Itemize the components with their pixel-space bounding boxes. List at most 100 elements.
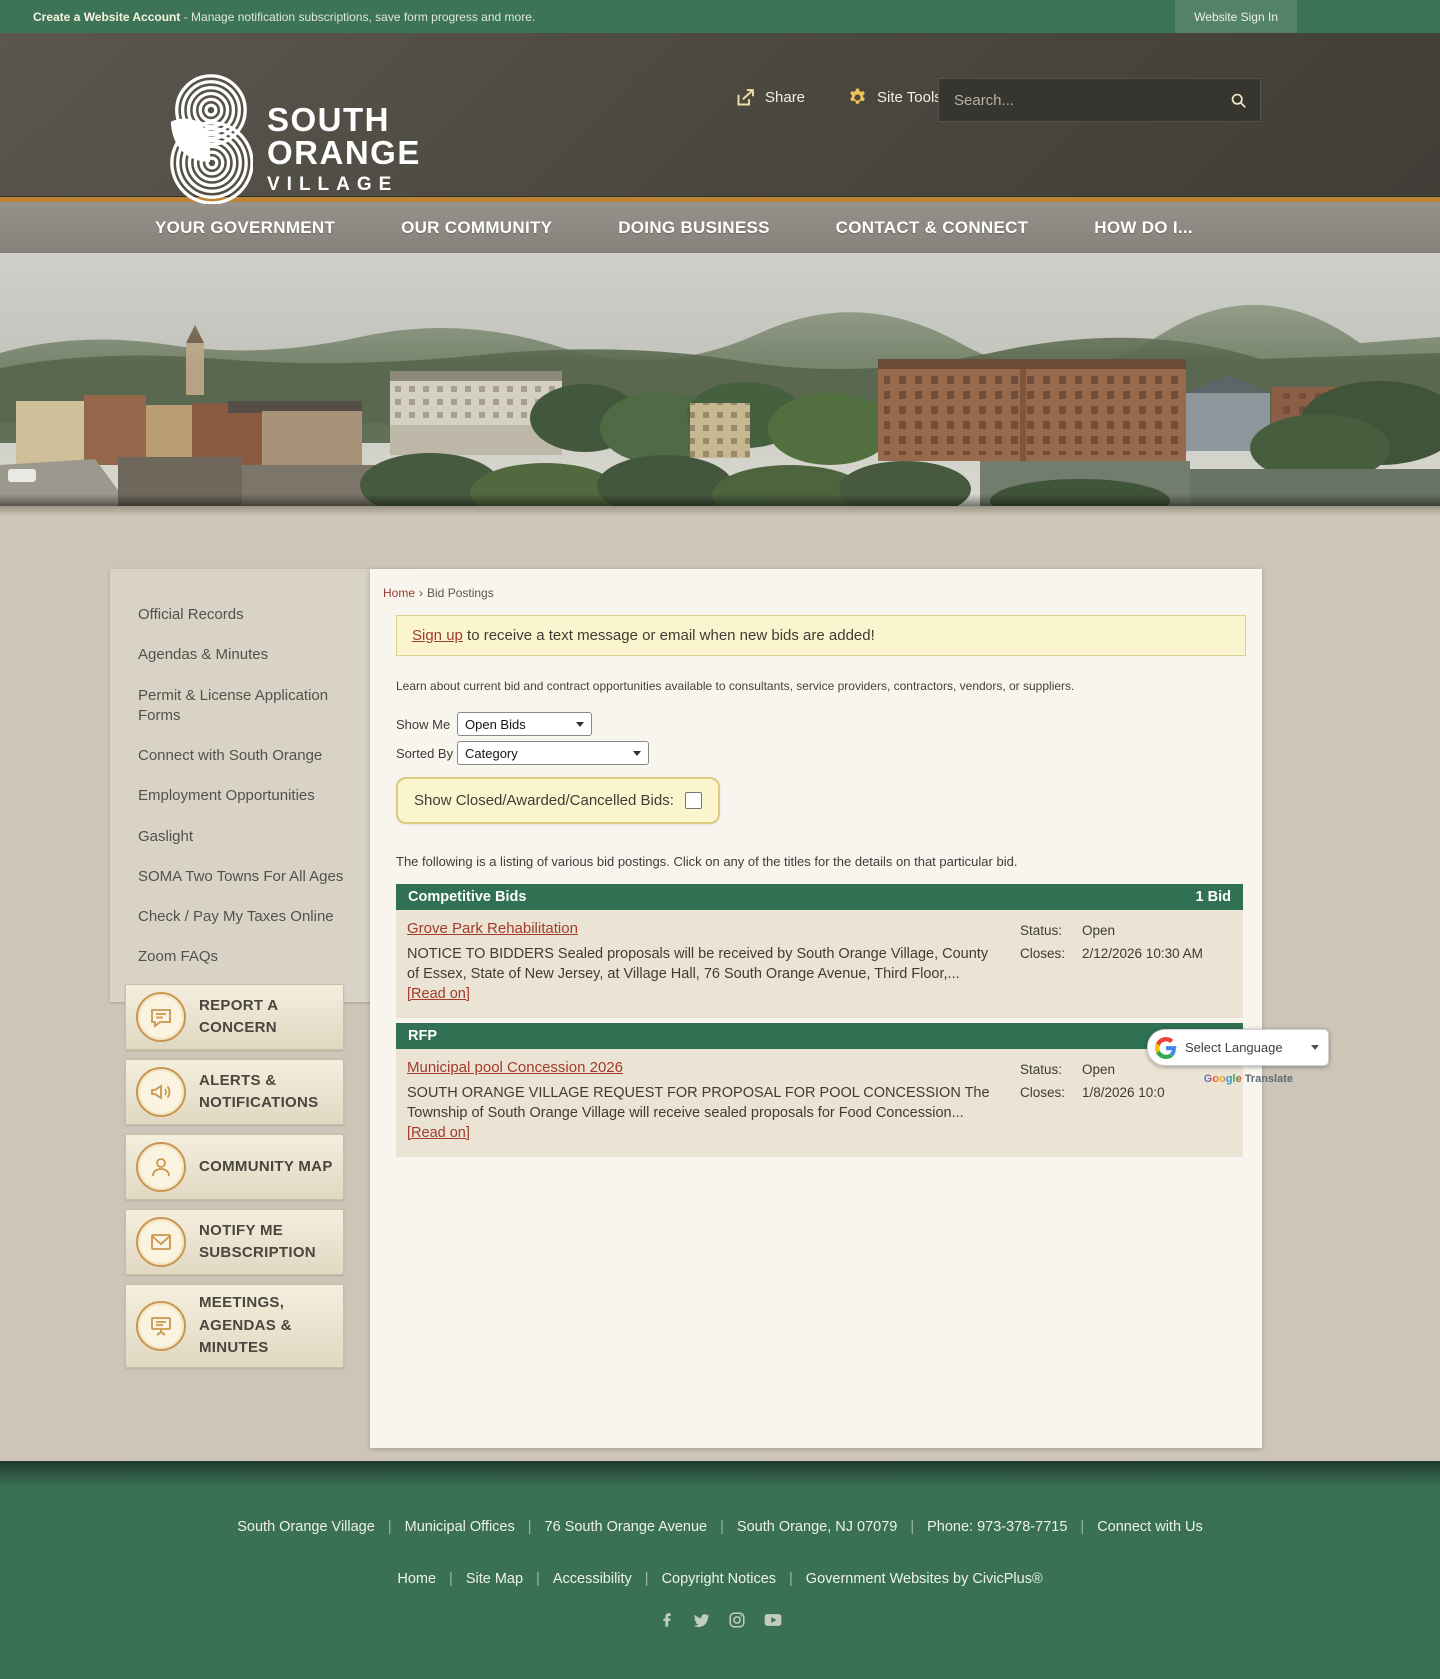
sorted-by-filter-row: Sorted By Category bbox=[396, 741, 1246, 765]
share-icon bbox=[737, 89, 754, 106]
footer-link-home[interactable]: Home bbox=[397, 1571, 436, 1587]
content-panel: Home › Bid Postings Sign up to receive a t… bbox=[370, 569, 1262, 1448]
footer-link-connect[interactable]: Connect with Us bbox=[1097, 1519, 1203, 1535]
show-me-filter-row: Show Me Open Bids bbox=[396, 712, 1246, 736]
footer-link-copyright[interactable]: Copyright Notices bbox=[662, 1571, 776, 1587]
sidebar-item-gaslight[interactable]: Gaslight bbox=[138, 817, 388, 857]
translate-language-select[interactable]: Select Language bbox=[1147, 1029, 1329, 1066]
footer-contact-row: South Orange Village | Municipal Offices | 7… bbox=[0, 1461, 1440, 1535]
logo-line-south: SOUTH bbox=[267, 101, 390, 138]
closes-value: 2/12/2026 10:30 AM bbox=[1082, 946, 1203, 961]
page: Create a Website Account - Manage notifi… bbox=[0, 0, 1440, 1679]
footer-separator: | bbox=[644, 1571, 649, 1587]
bid-title-link[interactable]: Grove Park Rehabilitation bbox=[407, 920, 578, 937]
breadcrumb-home-link[interactable]: Home bbox=[383, 586, 415, 600]
sidebar-item-permit-license-forms[interactable]: Permit & License Application Forms bbox=[138, 676, 388, 737]
sidebar-item-soma-two-towns[interactable]: SOMA Two Towns For All Ages bbox=[138, 857, 388, 897]
create-account-link[interactable]: Create a Website Account bbox=[33, 10, 180, 24]
nav-how-do-i[interactable]: HOW DO I... bbox=[1094, 218, 1193, 238]
footer-separator: | bbox=[387, 1519, 392, 1535]
footer-link-civicplus[interactable]: Government Websites by CivicPlus® bbox=[806, 1571, 1043, 1587]
bid-row-municipal-pool: Municipal pool Concession 2026 SOUTH ORA… bbox=[396, 1049, 1243, 1157]
facebook-icon[interactable] bbox=[657, 1611, 675, 1629]
bids-intro-text: Learn about current bid and contract opp… bbox=[396, 679, 1075, 693]
nav-your-government[interactable]: YOUR GOVERNMENT bbox=[155, 218, 335, 238]
sign-up-link[interactable]: Sign up bbox=[412, 627, 463, 644]
quick-link-notify-me[interactable]: NOTIFY ME SUBSCRIPTION bbox=[125, 1209, 344, 1275]
status-label: Status: bbox=[1020, 1062, 1063, 1077]
google-g-icon bbox=[1155, 1036, 1177, 1059]
content-inner: Sign up to receive a text message or ema… bbox=[396, 615, 1246, 1157]
site-tools-button[interactable]: Site Tools bbox=[847, 87, 942, 108]
footer-separator: | bbox=[1080, 1519, 1085, 1535]
search-input[interactable] bbox=[952, 90, 1230, 110]
footer: South Orange Village | Municipal Offices | 7… bbox=[0, 1461, 1440, 1679]
envelope-icon bbox=[136, 1217, 186, 1267]
bid-description: SOUTH ORANGE VILLAGE REQUEST FOR PROPOSA… bbox=[407, 1083, 997, 1143]
quick-link-alerts-notifications[interactable]: ALERTS & NOTIFICATIONS bbox=[125, 1059, 344, 1125]
nav-contact-connect[interactable]: CONTACT & CONNECT bbox=[836, 218, 1029, 238]
section-bid-count: 1 Bid bbox=[1195, 889, 1231, 905]
footer-separator: | bbox=[720, 1519, 724, 1535]
sorted-by-label: Sorted By bbox=[396, 745, 454, 761]
main-navigation: YOUR GOVERNMENT OUR COMMUNITY DOING BUSI… bbox=[0, 197, 1440, 253]
chat-bubble-icon bbox=[136, 992, 186, 1042]
nav-our-community[interactable]: OUR COMMUNITY bbox=[401, 218, 552, 238]
bid-section-rfp: RFP 1 Bid Municipal pool Concession 2026… bbox=[396, 1023, 1243, 1157]
quick-link-label: REPORT A CONCERN bbox=[199, 996, 278, 1037]
chevron-down-icon bbox=[1311, 1045, 1319, 1050]
footer-link-address[interactable]: 76 South Orange Avenue bbox=[545, 1519, 708, 1535]
site-tools-label: Site Tools bbox=[877, 89, 942, 106]
quick-link-label: ALERTS & NOTIFICATIONS bbox=[199, 1071, 319, 1112]
quick-link-meetings-agendas[interactable]: MEETINGS, AGENDAS & MINUTES bbox=[125, 1284, 344, 1368]
quick-link-label: COMMUNITY MAP bbox=[199, 1157, 333, 1175]
bid-description: NOTICE TO BIDDERS Sealed proposals will … bbox=[407, 944, 997, 1004]
main-area: Official Records ▶ Agendas & Minutes Per… bbox=[0, 506, 1440, 1461]
share-button[interactable]: Share bbox=[735, 87, 805, 108]
nav-doing-business[interactable]: DOING BUSINESS bbox=[618, 218, 770, 238]
section-header: RFP 1 Bid bbox=[396, 1023, 1243, 1049]
quick-link-community-map[interactable]: COMMUNITY MAP bbox=[125, 1134, 344, 1200]
sidebar-item-official-records[interactable]: Official Records ▶ bbox=[138, 595, 392, 635]
instagram-icon[interactable] bbox=[728, 1611, 746, 1629]
signup-notice: Sign up to receive a text message or ema… bbox=[396, 615, 1246, 656]
sidebar-item-pay-taxes[interactable]: Check / Pay My Taxes Online bbox=[138, 897, 388, 937]
sidebar-item-agendas-minutes[interactable]: Agendas & Minutes bbox=[138, 635, 388, 675]
top-utility-bar: Create a Website Account - Manage notifi… bbox=[0, 0, 1440, 33]
footer-separator: | bbox=[449, 1571, 453, 1587]
search-submit-button[interactable] bbox=[1230, 92, 1247, 109]
site-header: SOUTH ORANGE VILLAGE Share Site Tools bbox=[0, 33, 1440, 204]
footer-separator: | bbox=[910, 1519, 915, 1535]
account-promo-text: - Manage notification subscriptions, sav… bbox=[180, 9, 536, 24]
closes-label: Closes: bbox=[1020, 946, 1066, 961]
quick-links: REPORT A CONCERN ALERTS & NOTIFICATIONS … bbox=[125, 984, 344, 1377]
read-on-link[interactable]: [Read on] bbox=[407, 1125, 470, 1141]
footer-link-site-map[interactable]: Site Map bbox=[466, 1571, 523, 1587]
sidebar-item-connect-south-orange[interactable]: Connect with South Orange bbox=[138, 736, 388, 776]
show-closed-bids-checkbox[interactable] bbox=[684, 792, 702, 809]
youtube-icon[interactable] bbox=[763, 1610, 783, 1630]
read-on-link[interactable]: [Read on] bbox=[407, 986, 470, 1002]
footer-link-city-state[interactable]: South Orange, NJ 07079 bbox=[737, 1519, 897, 1535]
sorted-by-select[interactable]: Category bbox=[457, 741, 649, 765]
website-sign-in-button[interactable]: Website Sign In bbox=[1175, 0, 1297, 33]
quick-link-report-a-concern[interactable]: REPORT A CONCERN bbox=[125, 984, 344, 1050]
site-logo[interactable]: SOUTH ORANGE VILLAGE bbox=[165, 71, 421, 204]
search-box bbox=[938, 78, 1261, 122]
sidebar-item-zoom-faqs[interactable]: Zoom FAQs bbox=[138, 937, 388, 977]
header-tools: Share Site Tools bbox=[735, 87, 942, 108]
footer-link-accessibility[interactable]: Accessibility bbox=[553, 1571, 632, 1587]
quick-link-label: NOTIFY ME SUBSCRIPTION bbox=[199, 1221, 316, 1262]
google-translate-widget: Select Language Google Translate bbox=[1147, 1029, 1329, 1085]
footer-separator: | bbox=[527, 1519, 532, 1535]
footer-link-municipal-offices[interactable]: Municipal Offices bbox=[405, 1519, 515, 1535]
footer-link-phone[interactable]: Phone: 973-378-7715 bbox=[927, 1519, 1067, 1535]
twitter-icon[interactable] bbox=[692, 1611, 711, 1630]
footer-separator: | bbox=[536, 1571, 540, 1587]
bid-title-link[interactable]: Municipal pool Concession 2026 bbox=[407, 1059, 623, 1076]
logo-wordmark: SOUTH ORANGE VILLAGE bbox=[267, 71, 421, 204]
show-me-select[interactable]: Open Bids bbox=[457, 712, 592, 736]
footer-link-village[interactable]: South Orange Village bbox=[237, 1519, 375, 1535]
breadcrumb: Home › Bid Postings bbox=[383, 586, 1246, 600]
sidebar-item-employment[interactable]: Employment Opportunities bbox=[138, 776, 388, 816]
